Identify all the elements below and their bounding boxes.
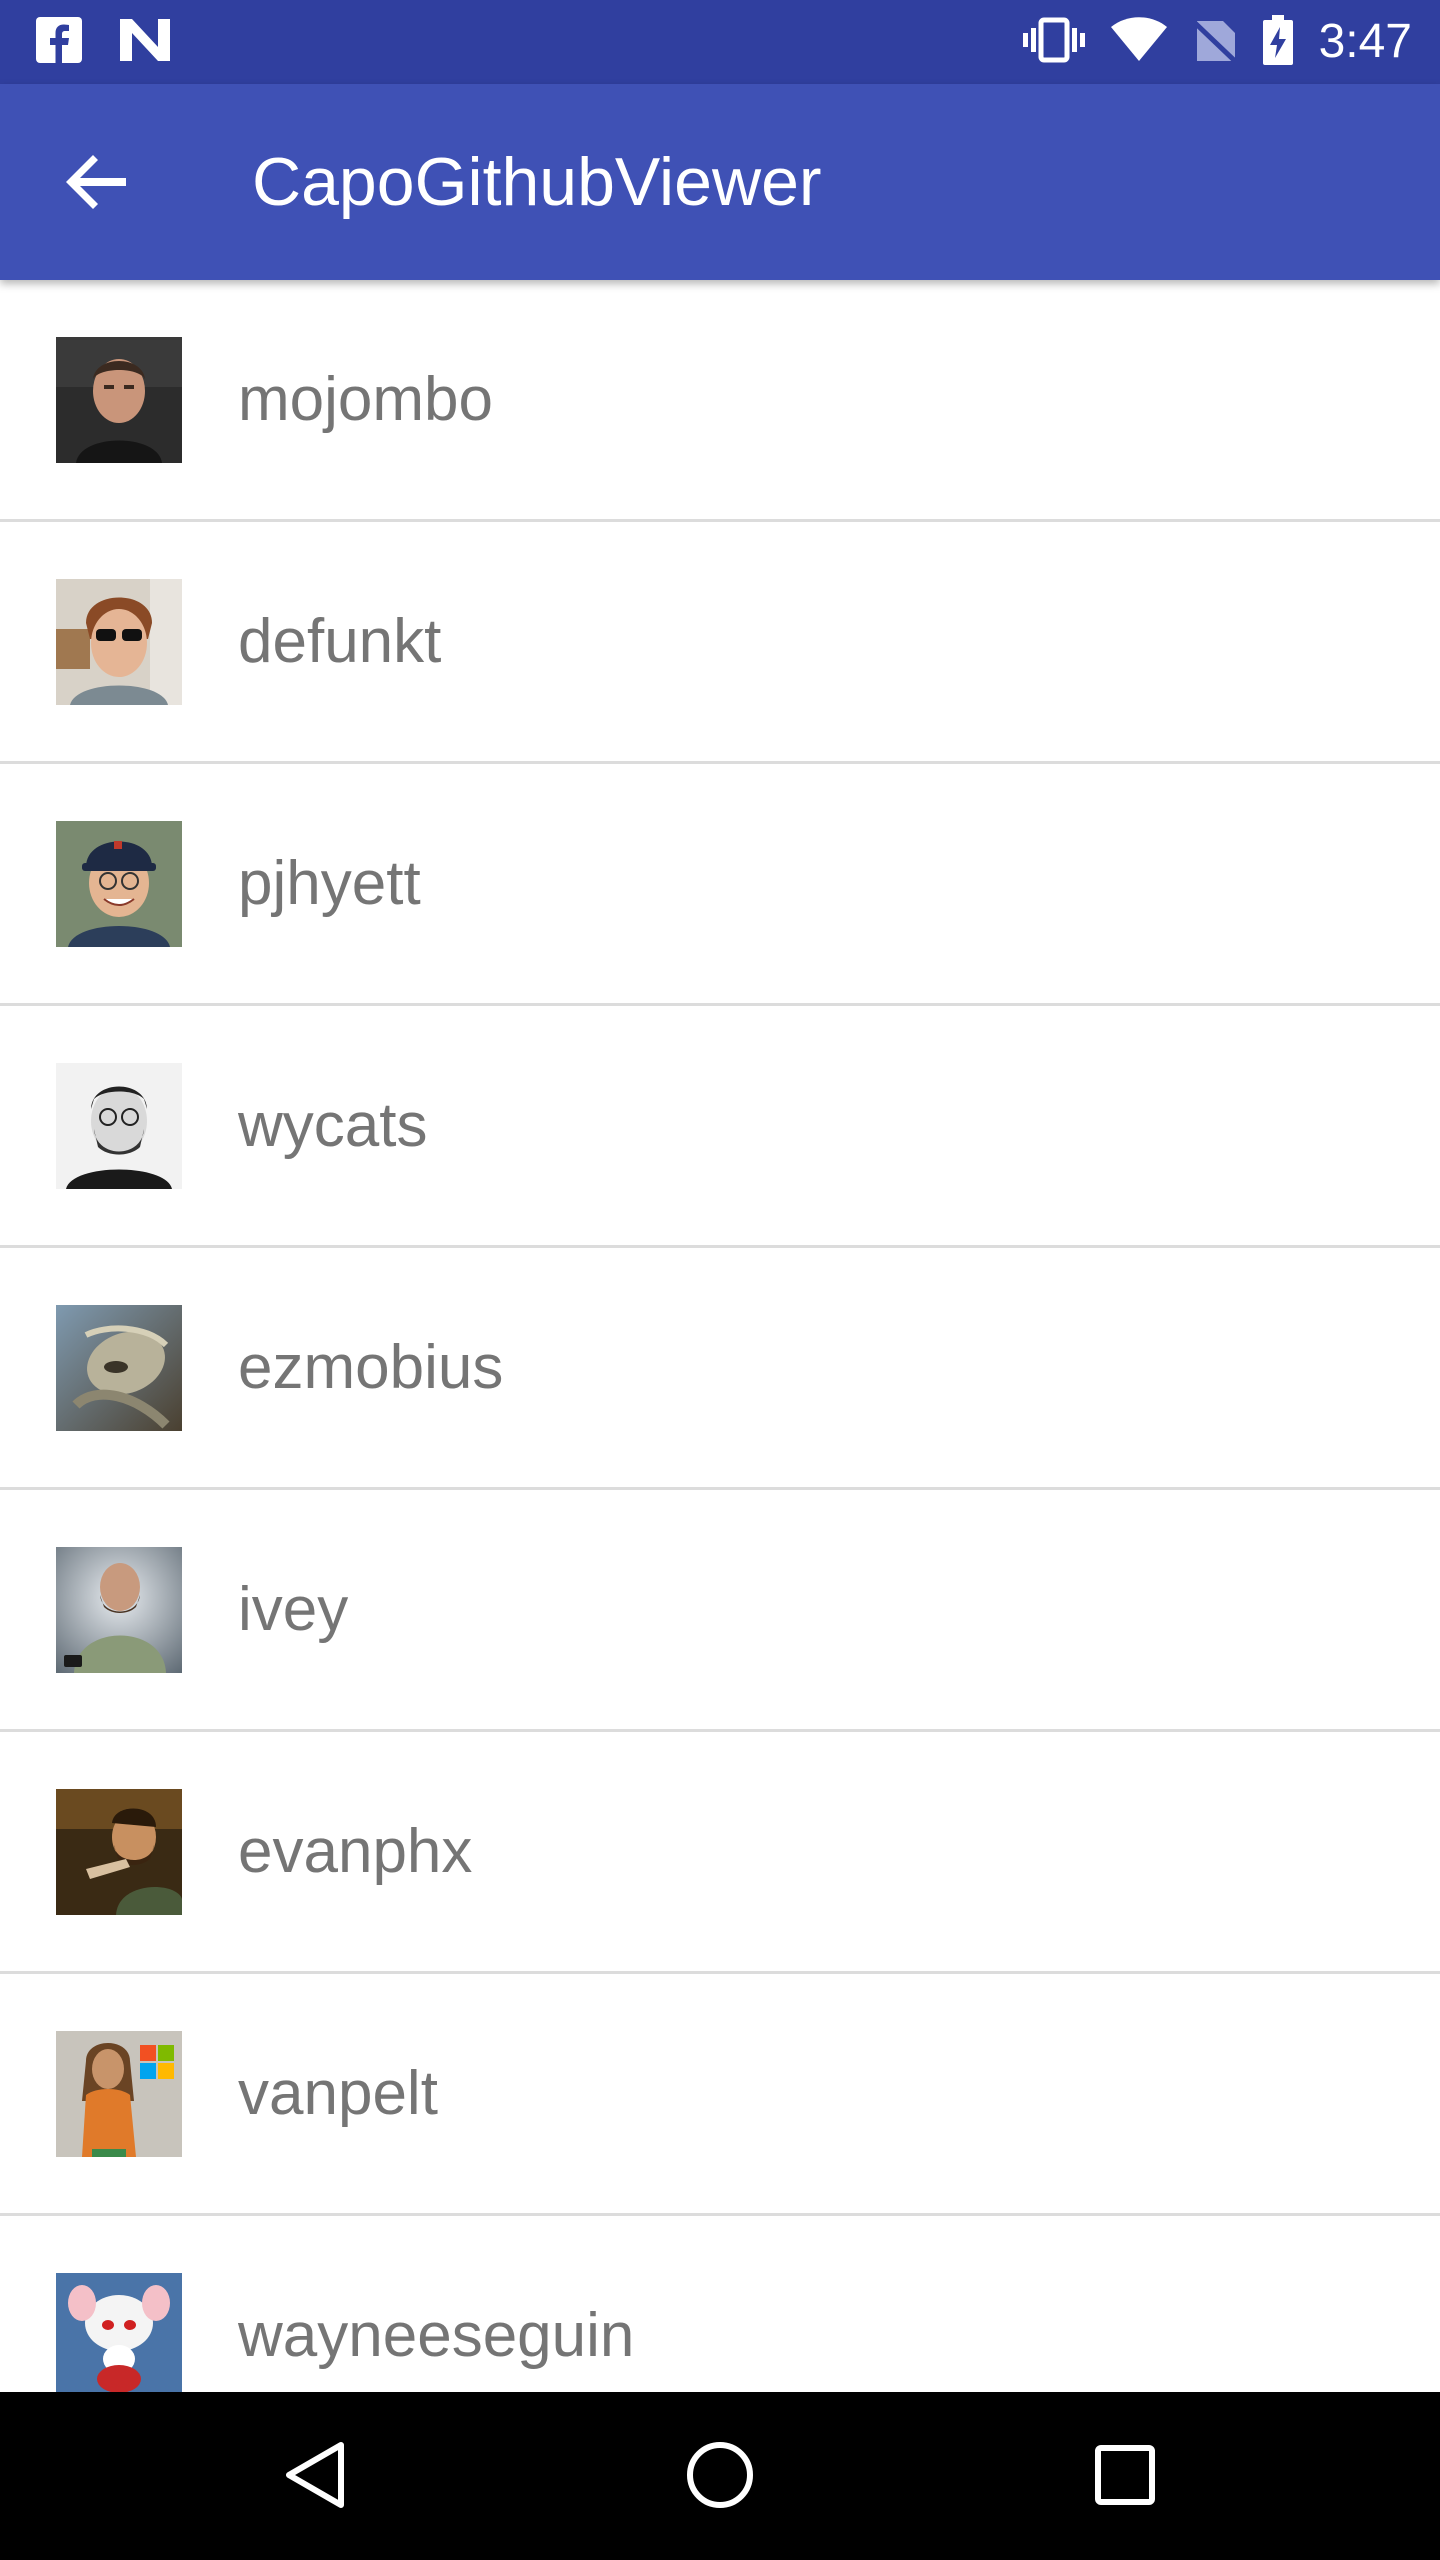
back-button[interactable]	[56, 142, 140, 226]
username: ezmobius	[238, 1333, 504, 1402]
status-system: 3:47	[1022, 14, 1412, 69]
back-triangle-icon	[283, 2441, 347, 2514]
avatar-wycats	[56, 1062, 182, 1189]
username: wayneeseguin	[238, 2301, 635, 2370]
user-row-mojombo[interactable]: mojombo	[0, 280, 1440, 522]
user-row-evanphx[interactable]: evanphx	[0, 1732, 1440, 1974]
status-bar: 3:47	[0, 0, 1440, 84]
battery-charging-icon	[1262, 14, 1293, 70]
facebook-notification-icon	[36, 16, 82, 68]
user-row-wycats[interactable]: wycats	[0, 1006, 1440, 1248]
user-row-wayneeseguin[interactable]: wayneeseguin	[0, 2216, 1440, 2392]
recents-square-icon	[1094, 2444, 1156, 2511]
nav-recents-button[interactable]	[1080, 2432, 1170, 2522]
username: defunkt	[238, 607, 442, 676]
username: ivey	[238, 1575, 349, 1644]
user-row-ivey[interactable]: ivey	[0, 1490, 1440, 1732]
nav-home-button[interactable]	[675, 2432, 765, 2522]
avatar-evanphx	[56, 1788, 182, 1915]
vibrate-icon	[1022, 16, 1085, 69]
user-row-vanpelt[interactable]: vanpelt	[0, 1974, 1440, 2216]
status-notifications	[36, 16, 172, 68]
avatar-pjhyett	[56, 820, 182, 947]
status-time: 3:47	[1318, 15, 1412, 68]
username: wycats	[238, 1091, 428, 1160]
username: pjhyett	[238, 849, 421, 918]
home-circle-icon	[685, 2440, 755, 2515]
user-row-pjhyett[interactable]: pjhyett	[0, 764, 1440, 1006]
avatar-ezmobius	[56, 1304, 182, 1431]
avatar-defunkt	[56, 578, 182, 705]
app-bar: CapoGithubViewer	[0, 84, 1440, 280]
username: vanpelt	[238, 2059, 438, 2128]
app-title: CapoGithubViewer	[252, 144, 822, 220]
user-row-defunkt[interactable]: defunkt	[0, 522, 1440, 764]
avatar-ivey	[56, 1546, 182, 1673]
no-sim-icon	[1190, 17, 1239, 68]
nav-back-button[interactable]	[270, 2432, 360, 2522]
avatar-wayneeseguin	[56, 2272, 182, 2392]
wifi-icon	[1110, 16, 1167, 68]
username: mojombo	[238, 365, 493, 434]
user-list[interactable]: mojombo defunkt pjhyett wycats ezmobius …	[0, 280, 1440, 2392]
navigation-bar	[0, 2392, 1440, 2560]
avatar-vanpelt	[56, 2030, 182, 2157]
user-row-ezmobius[interactable]: ezmobius	[0, 1248, 1440, 1490]
username: evanphx	[238, 1817, 473, 1886]
arrow-back-icon	[66, 150, 130, 219]
avatar-mojombo	[56, 336, 182, 463]
n-notification-icon	[118, 17, 172, 68]
